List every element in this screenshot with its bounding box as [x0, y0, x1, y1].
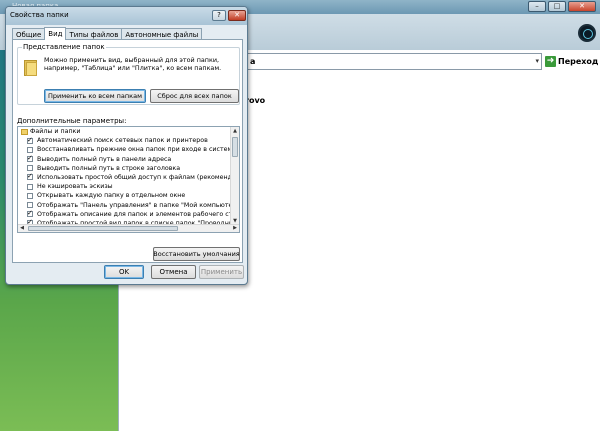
option-label: Выводить полный путь в панели адреса: [37, 155, 172, 163]
maximize-button[interactable]: □: [548, 1, 566, 12]
dialog-close-button[interactable]: ✕: [228, 10, 246, 21]
folder-icon: [21, 128, 28, 135]
horizontal-scrollbar[interactable]: ◀ ▶: [18, 224, 239, 232]
tab-view[interactable]: Вид: [44, 27, 67, 40]
option-checkbox[interactable]: [27, 146, 33, 153]
option-label: Восстанавливать прежние окна папок при в…: [37, 146, 231, 154]
chevron-down-icon[interactable]: ▾: [535, 57, 539, 65]
tree-root-label: Файлы и папки: [30, 128, 81, 135]
apply-button[interactable]: Применить: [199, 265, 244, 279]
option-label: Выводить полный путь в строке заголовка: [37, 164, 181, 172]
option-checkbox[interactable]: [27, 210, 33, 218]
folder-options-dialog: Свойства папки ? ✕ Общие Вид Типы файлов…: [5, 6, 248, 285]
restore-defaults-button[interactable]: Восстановить умолчания: [153, 247, 240, 261]
tree-option-row[interactable]: Использовать простой общий доступ к файл…: [18, 173, 231, 182]
dialog-body: Общие Вид Типы файлов Автономные файлы П…: [10, 27, 243, 263]
go-button[interactable]: ➜ Переход: [545, 54, 598, 69]
go-arrow-icon: ➜: [545, 56, 556, 67]
horizontal-scroll-thumb[interactable]: [28, 226, 178, 231]
option-checkbox[interactable]: [27, 165, 33, 172]
option-checkbox[interactable]: [27, 202, 33, 208]
option-label: Отображать описание для папок и элементо…: [37, 210, 231, 218]
vertical-scroll-thumb[interactable]: [232, 137, 238, 157]
tree-option-row[interactable]: Отображать описание для папок и элементо…: [18, 210, 231, 219]
option-checkbox[interactable]: [27, 155, 33, 163]
ok-button[interactable]: OK: [104, 265, 144, 279]
minimize-button[interactable]: –: [528, 1, 546, 12]
tree-option-row[interactable]: Выводить полный путь в панели адреса: [18, 155, 231, 164]
help-button[interactable]: ?: [212, 10, 226, 21]
address-text: а: [250, 57, 256, 66]
option-label: Автоматический поиск сетевых папок и при…: [37, 137, 208, 145]
tree-root-files-and-folders[interactable]: Файлы и папки: [18, 127, 231, 136]
explorer-window-controls: – □ ✕: [528, 1, 596, 12]
scroll-up-icon[interactable]: ▲: [231, 127, 239, 135]
tree-option-row[interactable]: Не кэшировать эскизы: [18, 182, 231, 191]
dialog-title: Свойства папки: [10, 11, 69, 19]
folder-icon: [24, 58, 37, 76]
main-pane-text: rovo: [245, 96, 266, 105]
advanced-settings-list: Файлы и папки Автоматический поиск сетев…: [18, 127, 231, 227]
option-label: Открывать каждую папку в отдельном окне: [37, 192, 186, 200]
tree-option-row[interactable]: Восстанавливать прежние окна папок при в…: [18, 145, 231, 154]
tree-option-row[interactable]: Отображать "Панель управления" в папке "…: [18, 201, 231, 210]
dialog-titlebar[interactable]: Свойства папки ? ✕: [6, 7, 247, 25]
option-checkbox[interactable]: [27, 173, 33, 181]
folder-views-description: Можно применить вид, выбранный для этой …: [44, 56, 222, 72]
tree-option-row[interactable]: Автоматический поиск сетевых папок и при…: [18, 136, 231, 145]
advanced-settings-label: Дополнительные параметры:: [17, 117, 127, 125]
tree-option-row[interactable]: Открывать каждую папку в отдельном окне: [18, 191, 231, 200]
address-bar[interactable]: а ▾: [247, 53, 542, 70]
vertical-scrollbar[interactable]: ▲ ▼: [230, 127, 239, 225]
go-label: Переход: [558, 57, 599, 66]
option-checkbox[interactable]: [27, 183, 33, 190]
scroll-left-icon[interactable]: ◀: [18, 225, 26, 232]
option-label: Не кэшировать эскизы: [37, 183, 113, 191]
option-checkbox[interactable]: [27, 136, 33, 145]
folder-views-group: Представление папок Можно применить вид,…: [17, 43, 240, 105]
reset-all-folders-button[interactable]: Сброс для всех папок: [150, 89, 239, 103]
option-label: Использовать простой общий доступ к файл…: [37, 173, 231, 181]
option-label: Отображать "Панель управления" в папке "…: [37, 201, 231, 209]
advanced-settings-tree[interactable]: Файлы и папки Автоматический поиск сетев…: [17, 126, 240, 233]
windows-logo-icon: [578, 24, 596, 42]
view-tab-panel: Представление папок Можно применить вид,…: [12, 39, 243, 263]
folder-views-group-label: Представление папок: [22, 43, 106, 51]
option-checkbox[interactable]: [27, 192, 33, 199]
tree-option-row[interactable]: Выводить полный путь в строке заголовка: [18, 164, 231, 173]
cancel-button[interactable]: Отмена: [151, 265, 196, 279]
apply-to-all-folders-button[interactable]: Применить ко всем папкам: [44, 89, 146, 103]
scroll-right-icon[interactable]: ▶: [231, 225, 239, 232]
explorer-close-button[interactable]: ✕: [568, 1, 596, 12]
